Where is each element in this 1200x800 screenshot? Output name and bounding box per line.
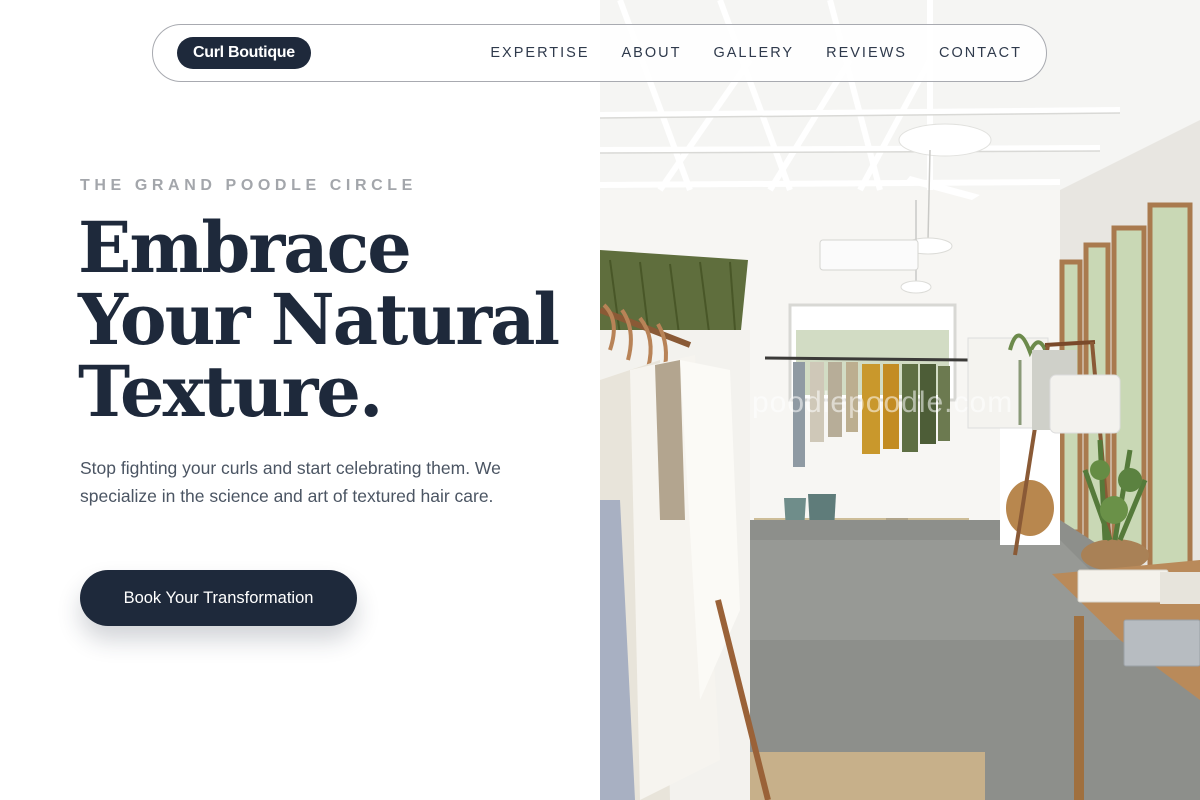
hero-description: Stop fighting your curls and start celeb… <box>80 458 501 506</box>
top-nav: Curl Boutique EXPERTISE ABOUT GALLERY RE… <box>152 24 1047 82</box>
headline-line-2: Your Natural <box>78 278 560 361</box>
nav-link-about[interactable]: ABOUT <box>622 45 682 61</box>
nav-links: EXPERTISE ABOUT GALLERY REVIEWS CONTACT <box>490 45 1022 61</box>
nav-link-expertise[interactable]: EXPERTISE <box>490 45 589 61</box>
eyebrow-tagline: THE GRAND POODLE CIRCLE <box>80 177 417 194</box>
brand-logo[interactable]: Curl Boutique <box>177 37 311 69</box>
nav-link-gallery[interactable]: GALLERY <box>713 45 794 61</box>
headline-line-3: Texture. <box>78 350 383 433</box>
nav-link-contact[interactable]: CONTACT <box>939 45 1022 61</box>
hero-headline: Embrace Your Natural Texture. <box>78 212 578 428</box>
watermark: poodlepoodle.com <box>752 386 1014 419</box>
book-transformation-button[interactable]: Book Your Transformation <box>80 570 357 626</box>
hero-image: poodlepoodle.com <box>600 0 1200 800</box>
headline-line-1: Embrace <box>78 206 412 289</box>
nav-link-reviews[interactable]: REVIEWS <box>826 45 907 61</box>
